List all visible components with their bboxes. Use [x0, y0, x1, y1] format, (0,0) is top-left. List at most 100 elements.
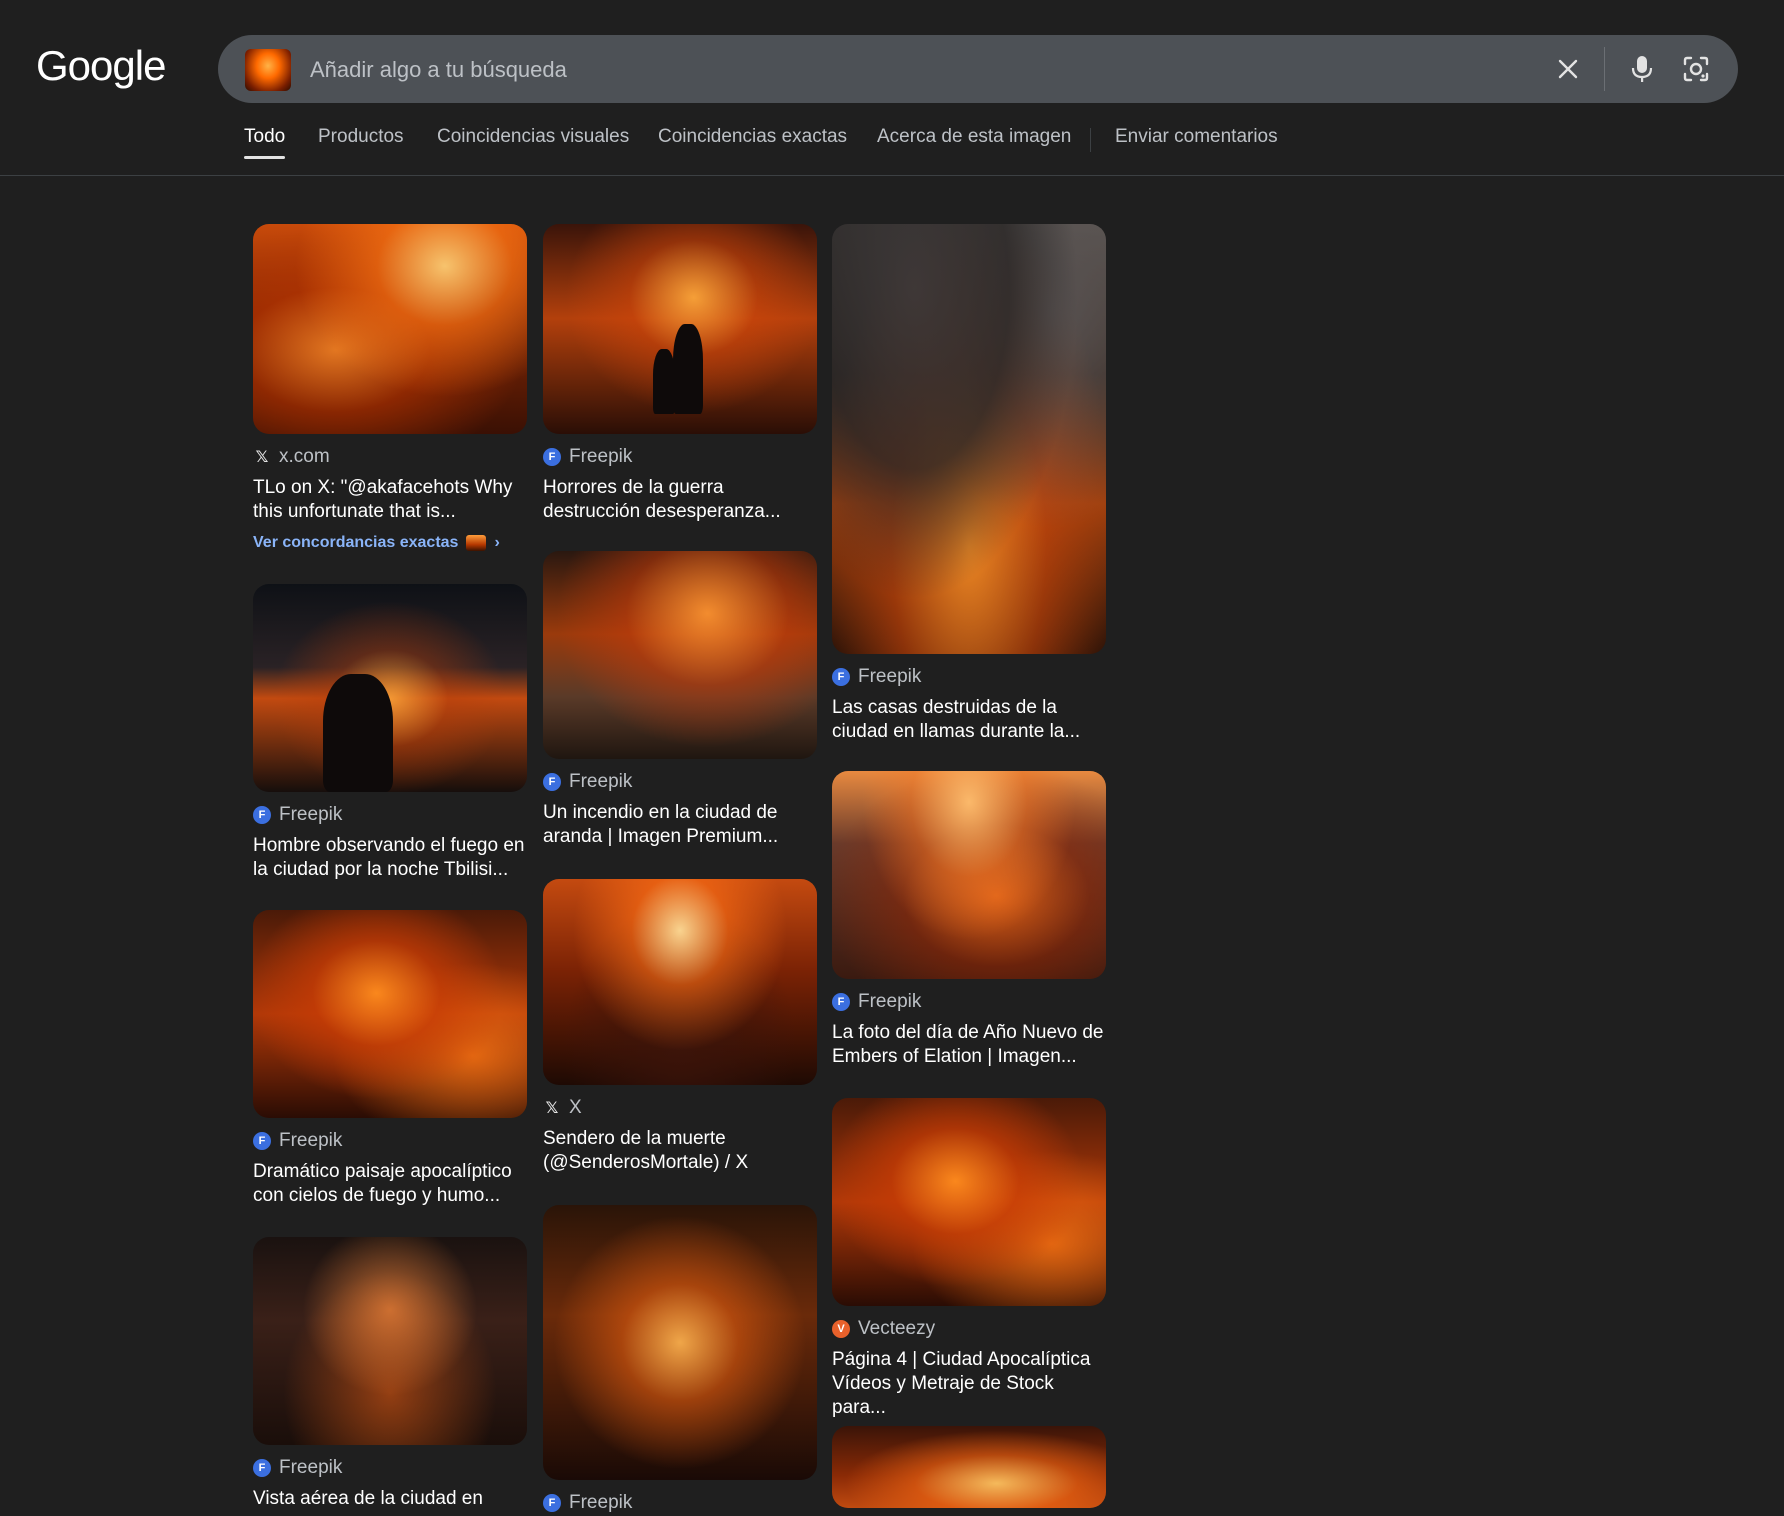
result-source[interactable]: 𝕏 X [543, 1095, 817, 1121]
result-title[interactable]: Dramático paisaje apocalíptico con cielo… [253, 1160, 527, 1208]
result-title[interactable]: TLo on X: "@akafacehots Why this unfortu… [253, 476, 527, 524]
lens-camera-icon[interactable] [1680, 53, 1712, 85]
tab-coincidencias-exactas[interactable]: Coincidencias exactas [658, 126, 847, 148]
source-name: Vecteezy [858, 1318, 936, 1339]
result-card[interactable]: V Vecteezy Página 4 | Ciudad Apocalíptic… [832, 1098, 1106, 1420]
freepik-icon: F [253, 806, 271, 824]
source-name: Freepik [569, 771, 633, 792]
result-image[interactable] [543, 551, 817, 759]
tab-divider [1090, 128, 1091, 152]
result-title-line: destrucción desesperanza... [543, 501, 781, 522]
source-name: Freepik [279, 804, 343, 825]
chevron-right-icon: › [494, 534, 500, 551]
freepik-icon: F [543, 448, 561, 466]
person-silhouette [673, 324, 703, 414]
freepik-icon: F [543, 1494, 561, 1512]
tab-label: Todo [244, 126, 286, 147]
result-title[interactable]: Un incendio en la ciudad de aranda | Ima… [543, 801, 817, 849]
source-name: Freepik [858, 666, 922, 687]
x-logo-icon: 𝕏 [255, 449, 269, 466]
result-image[interactable] [832, 1426, 1106, 1508]
source-name: Freepik [279, 1130, 343, 1151]
result-card[interactable]: F Freepik Vista aérea de la ciudad en [253, 1237, 527, 1511]
result-card[interactable]: F Freepik [543, 1205, 817, 1516]
result-card[interactable]: F Freepik Hombre observando el fuego en … [253, 584, 527, 882]
google-logo[interactable]: Google [36, 42, 166, 90]
freepik-icon: F [832, 993, 850, 1011]
match-thumbnail [466, 535, 487, 551]
result-title-line: aranda | Imagen Premium... [543, 826, 779, 847]
result-card[interactable]: F Freepik Dramático paisaje apocalíptico… [253, 910, 527, 1208]
result-title-line: Horrores de la guerra [543, 477, 724, 498]
result-source[interactable]: F Freepik [253, 802, 527, 828]
result-source[interactable]: F Freepik [543, 444, 817, 470]
tab-productos[interactable]: Productos [318, 126, 404, 148]
result-title[interactable]: Vista aérea de la ciudad en [253, 1487, 527, 1511]
result-source[interactable]: F Freepik [543, 769, 817, 795]
result-title[interactable]: Página 4 | Ciudad Apocalíptica Vídeos y … [832, 1348, 1106, 1420]
result-card[interactable]: F Freepik Un incendio en la ciudad de ar… [543, 551, 817, 849]
result-source[interactable]: F Freepik [832, 989, 1106, 1015]
result-title-line: Dramático paisaje apocalíptico [253, 1161, 512, 1182]
vecteezy-icon: V [832, 1320, 850, 1338]
result-image[interactable] [832, 1098, 1106, 1306]
exact-matches-link[interactable]: Ver concordancias exactas › [253, 534, 527, 552]
header-divider [0, 175, 1784, 176]
source-name: x.com [279, 446, 330, 467]
result-source[interactable]: F Freepik [832, 664, 1106, 690]
freepik-icon: F [832, 668, 850, 686]
microphone-icon[interactable] [1626, 53, 1658, 85]
result-source[interactable]: F Freepik [543, 1490, 817, 1516]
result-card[interactable]: F Freepik Horrores de la guerra destrucc… [543, 224, 817, 524]
person-silhouette [653, 349, 675, 414]
freepik-icon: F [543, 773, 561, 791]
result-title[interactable]: Hombre observando el fuego en la ciudad … [253, 834, 527, 882]
result-title-line: ciudad en llamas durante la... [832, 721, 1081, 742]
result-image[interactable] [832, 771, 1106, 979]
tab-coincidencias-visuales[interactable]: Coincidencias visuales [437, 126, 629, 148]
result-title-line: la ciudad por la noche Tbilisi... [253, 859, 509, 880]
result-source[interactable]: F Freepik [253, 1128, 527, 1154]
result-image[interactable] [253, 584, 527, 792]
query-image-thumbnail[interactable] [245, 49, 291, 91]
result-title-line: Vista aérea de la ciudad en [253, 1488, 483, 1509]
result-image[interactable] [253, 910, 527, 1118]
result-title-line: Página 4 | Ciudad Apocalíptica [832, 1349, 1091, 1370]
search-input[interactable] [308, 35, 1462, 105]
result-image[interactable] [543, 879, 817, 1085]
result-title-line: con cielos de fuego y humo... [253, 1185, 501, 1206]
result-title[interactable]: La foto del día de Año Nuevo de Embers o… [832, 1021, 1106, 1069]
result-title-line: Las casas destruidas de la [832, 697, 1057, 718]
exact-matches-label: Ver concordancias exactas [253, 534, 459, 551]
result-title-line: this unfortunate that is... [253, 501, 456, 522]
tab-todo[interactable]: Todo [244, 126, 286, 159]
result-image[interactable] [543, 1205, 817, 1480]
source-name: X [569, 1097, 582, 1118]
result-title-line: Un incendio en la ciudad de [543, 802, 778, 823]
source-name: Freepik [858, 991, 922, 1012]
result-card[interactable]: 𝕏 X Sendero de la muerte (@SenderosMorta… [543, 879, 817, 1175]
result-card[interactable] [832, 1426, 1106, 1508]
result-title-line: Sendero de la muerte [543, 1128, 726, 1149]
result-image[interactable] [832, 224, 1106, 654]
close-icon[interactable] [1552, 53, 1584, 85]
result-image[interactable] [543, 224, 817, 434]
result-title[interactable]: Horrores de la guerra destrucción desesp… [543, 476, 817, 524]
active-tab-indicator [244, 156, 286, 159]
source-name: Freepik [279, 1457, 343, 1478]
result-card[interactable]: F Freepik Las casas destruidas de la ciu… [832, 224, 1106, 744]
result-title[interactable]: Las casas destruidas de la ciudad en lla… [832, 696, 1106, 744]
tab-acerca-de-esta-imagen[interactable]: Acerca de esta imagen [877, 126, 1071, 148]
result-image[interactable] [253, 1237, 527, 1445]
result-source[interactable]: V Vecteezy [832, 1316, 1106, 1342]
search-bar[interactable] [218, 35, 1738, 105]
result-title[interactable]: Sendero de la muerte (@SenderosMortale) … [543, 1127, 817, 1175]
result-source[interactable]: F Freepik [253, 1455, 527, 1481]
result-image[interactable] [253, 224, 527, 434]
result-title-line: La foto del día de Año Nuevo de [832, 1022, 1104, 1043]
result-source[interactable]: 𝕏 x.com [253, 444, 527, 470]
result-card[interactable]: F Freepik La foto del día de Año Nuevo d… [832, 771, 1106, 1069]
send-feedback-link[interactable]: Enviar comentarios [1115, 126, 1278, 148]
result-title-line: Vídeos y Metraje de Stock para... [832, 1373, 1054, 1418]
result-card[interactable]: 𝕏 x.com TLo on X: "@akafacehots Why this… [253, 224, 527, 552]
